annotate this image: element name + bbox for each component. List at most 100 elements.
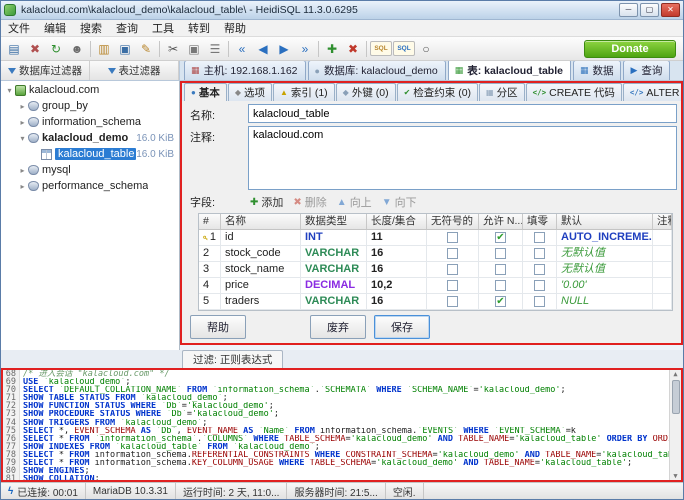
session-tab-3[interactable]: ▦数据 xyxy=(573,61,622,80)
delete-icon[interactable]: ✖ xyxy=(343,39,363,58)
comment-cell[interactable] xyxy=(653,294,672,309)
grid-row-traders[interactable]: 5tradersVARCHAR16✔NULL xyxy=(199,294,672,310)
comment-cell[interactable] xyxy=(653,246,672,261)
length-cell[interactable]: 16 xyxy=(367,262,427,277)
length-cell[interactable]: 16 xyxy=(367,294,427,309)
nav-last-icon[interactable]: » xyxy=(295,39,315,58)
session-tab-0[interactable]: ▦主机: 192.168.1.162 xyxy=(184,61,306,80)
grid-row-price[interactable]: 4priceDECIMAL10,2'0.00' xyxy=(199,278,672,294)
column-header-5[interactable]: 允许 N... xyxy=(479,214,523,229)
zerofill-checkbox[interactable] xyxy=(534,296,545,307)
tree-item-group-by[interactable]: ▸group_by xyxy=(1,98,179,114)
zerofill-checkbox[interactable] xyxy=(534,248,545,259)
save-button[interactable]: 保存 xyxy=(374,315,430,339)
chevron-icon[interactable]: ▾ xyxy=(4,86,15,95)
tree-item-kalacloud-demo[interactable]: ▾kalacloud_demo16.0 KiB xyxy=(1,130,179,146)
field-name-cell[interactable]: price xyxy=(221,278,301,293)
scroll-thumb[interactable] xyxy=(672,380,680,414)
paste-icon[interactable]: ☰ xyxy=(205,39,225,58)
data-type-cell[interactable]: VARCHAR xyxy=(301,246,367,261)
grid-row-stock_code[interactable]: 2stock_codeVARCHAR16无默认值 xyxy=(199,246,672,262)
allow-null-checkbox[interactable]: ✔ xyxy=(495,232,506,243)
comment-cell[interactable] xyxy=(653,262,672,277)
open-sql-file-icon[interactable]: ▥ xyxy=(94,39,114,58)
search-icon[interactable]: ○ xyxy=(416,39,436,58)
minimize-button[interactable]: ─ xyxy=(619,3,638,17)
default-cell[interactable]: 无默认值 xyxy=(557,262,653,277)
menu-item-3[interactable]: 查询 xyxy=(109,19,145,37)
editor-tab-2[interactable]: ▲索引 (1) xyxy=(273,83,335,101)
default-cell[interactable]: 无默认值 xyxy=(557,246,653,261)
tree-item-kalacloud-table[interactable]: kalacloud_table16.0 KiB xyxy=(1,146,179,162)
length-cell[interactable]: 16 xyxy=(367,246,427,261)
field-name-cell[interactable]: stock_code xyxy=(221,246,301,261)
data-type-cell[interactable]: INT xyxy=(301,230,367,245)
add-field-button[interactable]: ✚添加 xyxy=(250,194,283,210)
menu-item-1[interactable]: 编辑 xyxy=(37,19,73,37)
cut-icon[interactable]: ✂ xyxy=(163,39,183,58)
chevron-icon[interactable]: ▸ xyxy=(17,166,28,175)
unsigned-checkbox[interactable] xyxy=(447,264,458,275)
tree-item-performance-schema[interactable]: ▸performance_schema xyxy=(1,178,179,194)
user-manager-icon[interactable]: ☻ xyxy=(67,39,87,58)
save-icon[interactable]: ▣ xyxy=(115,39,135,58)
maximize-button[interactable]: ▢ xyxy=(640,3,659,17)
editor-tab-7[interactable]: </>ALTER 代码 xyxy=(623,83,681,101)
field-name-cell[interactable]: id xyxy=(221,230,301,245)
session-manager-icon[interactable]: ▤ xyxy=(4,39,24,58)
table-filter-button[interactable]: 表过滤器 xyxy=(90,61,179,80)
field-name-cell[interactable]: traders xyxy=(221,294,301,309)
chevron-icon[interactable]: ▸ xyxy=(17,118,28,127)
editor-tab-0[interactable]: ●基本 xyxy=(184,83,227,101)
unsigned-checkbox[interactable] xyxy=(447,248,458,259)
scroll-up-icon[interactable]: ▲ xyxy=(673,370,677,378)
allow-null-checkbox[interactable] xyxy=(495,248,506,259)
grid-row-stock_name[interactable]: 3stock_nameVARCHAR16无默认值 xyxy=(199,262,672,278)
session-tab-4[interactable]: ▶查询 xyxy=(623,61,670,80)
menu-item-6[interactable]: 帮助 xyxy=(217,19,253,37)
editor-tab-1[interactable]: ◆选项 xyxy=(228,83,272,101)
edit-icon[interactable]: ✎ xyxy=(136,39,156,58)
comment-cell[interactable] xyxy=(653,278,672,293)
column-header-4[interactable]: 无符号的 xyxy=(427,214,479,229)
sql-log-lines[interactable]: 68/* 进入会话 "kalacloud.com" */69USE `kalac… xyxy=(3,370,669,480)
data-type-cell[interactable]: VARCHAR xyxy=(301,294,367,309)
column-header-7[interactable]: 默认 xyxy=(557,214,653,229)
tree-item-kalacloud-com[interactable]: ▾kalacloud.com xyxy=(1,82,179,98)
allow-null-checkbox[interactable]: ✔ xyxy=(495,296,506,307)
default-cell[interactable]: NULL xyxy=(557,294,653,309)
unsigned-checkbox[interactable] xyxy=(447,296,458,307)
zerofill-checkbox[interactable] xyxy=(534,264,545,275)
editor-tab-6[interactable]: </>CREATE 代码 xyxy=(526,83,622,101)
tree-item-mysql[interactable]: ▸mysql xyxy=(1,162,179,178)
editor-tab-4[interactable]: ✔检查约束 (0) xyxy=(397,83,478,101)
table-name-input[interactable] xyxy=(248,104,677,123)
tree-item-information-schema[interactable]: ▸information_schema xyxy=(1,114,179,130)
menu-item-0[interactable]: 文件 xyxy=(1,19,37,37)
nav-next-icon[interactable]: ▶ xyxy=(274,39,294,58)
sql-help-icon[interactable]: SQL xyxy=(393,41,415,56)
menu-item-4[interactable]: 工具 xyxy=(145,19,181,37)
editor-tab-5[interactable]: ▦分区 xyxy=(479,83,525,101)
chevron-icon[interactable]: ▾ xyxy=(17,134,28,143)
comment-cell[interactable] xyxy=(653,230,672,245)
database-filter-button[interactable]: 数据库过滤器 xyxy=(1,61,90,80)
refresh-icon[interactable]: ↻ xyxy=(46,39,66,58)
disconnect-icon[interactable]: ✖ xyxy=(25,39,45,58)
menu-item-2[interactable]: 搜索 xyxy=(73,19,109,37)
editor-tab-3[interactable]: ◆外键 (0) xyxy=(336,83,396,101)
zerofill-checkbox[interactable] xyxy=(534,280,545,291)
length-cell[interactable]: 10,2 xyxy=(367,278,427,293)
help-button[interactable]: 帮助 xyxy=(190,315,246,339)
data-type-cell[interactable]: DECIMAL xyxy=(301,278,367,293)
default-cell[interactable]: '0.00' xyxy=(557,278,653,293)
column-header-1[interactable]: 名称 xyxy=(221,214,301,229)
session-tab-1[interactable]: ●数据库: kalacloud_demo xyxy=(308,61,446,80)
allow-null-checkbox[interactable] xyxy=(495,264,506,275)
column-header-0[interactable]: # xyxy=(199,214,221,229)
grid-row-id[interactable]: 1idINT11✔AUTO_INCREME... xyxy=(199,230,672,246)
zerofill-checkbox[interactable] xyxy=(534,232,545,243)
column-header-6[interactable]: 填零 xyxy=(523,214,557,229)
menu-item-5[interactable]: 转到 xyxy=(181,19,217,37)
default-cell[interactable]: AUTO_INCREME... xyxy=(557,230,653,245)
